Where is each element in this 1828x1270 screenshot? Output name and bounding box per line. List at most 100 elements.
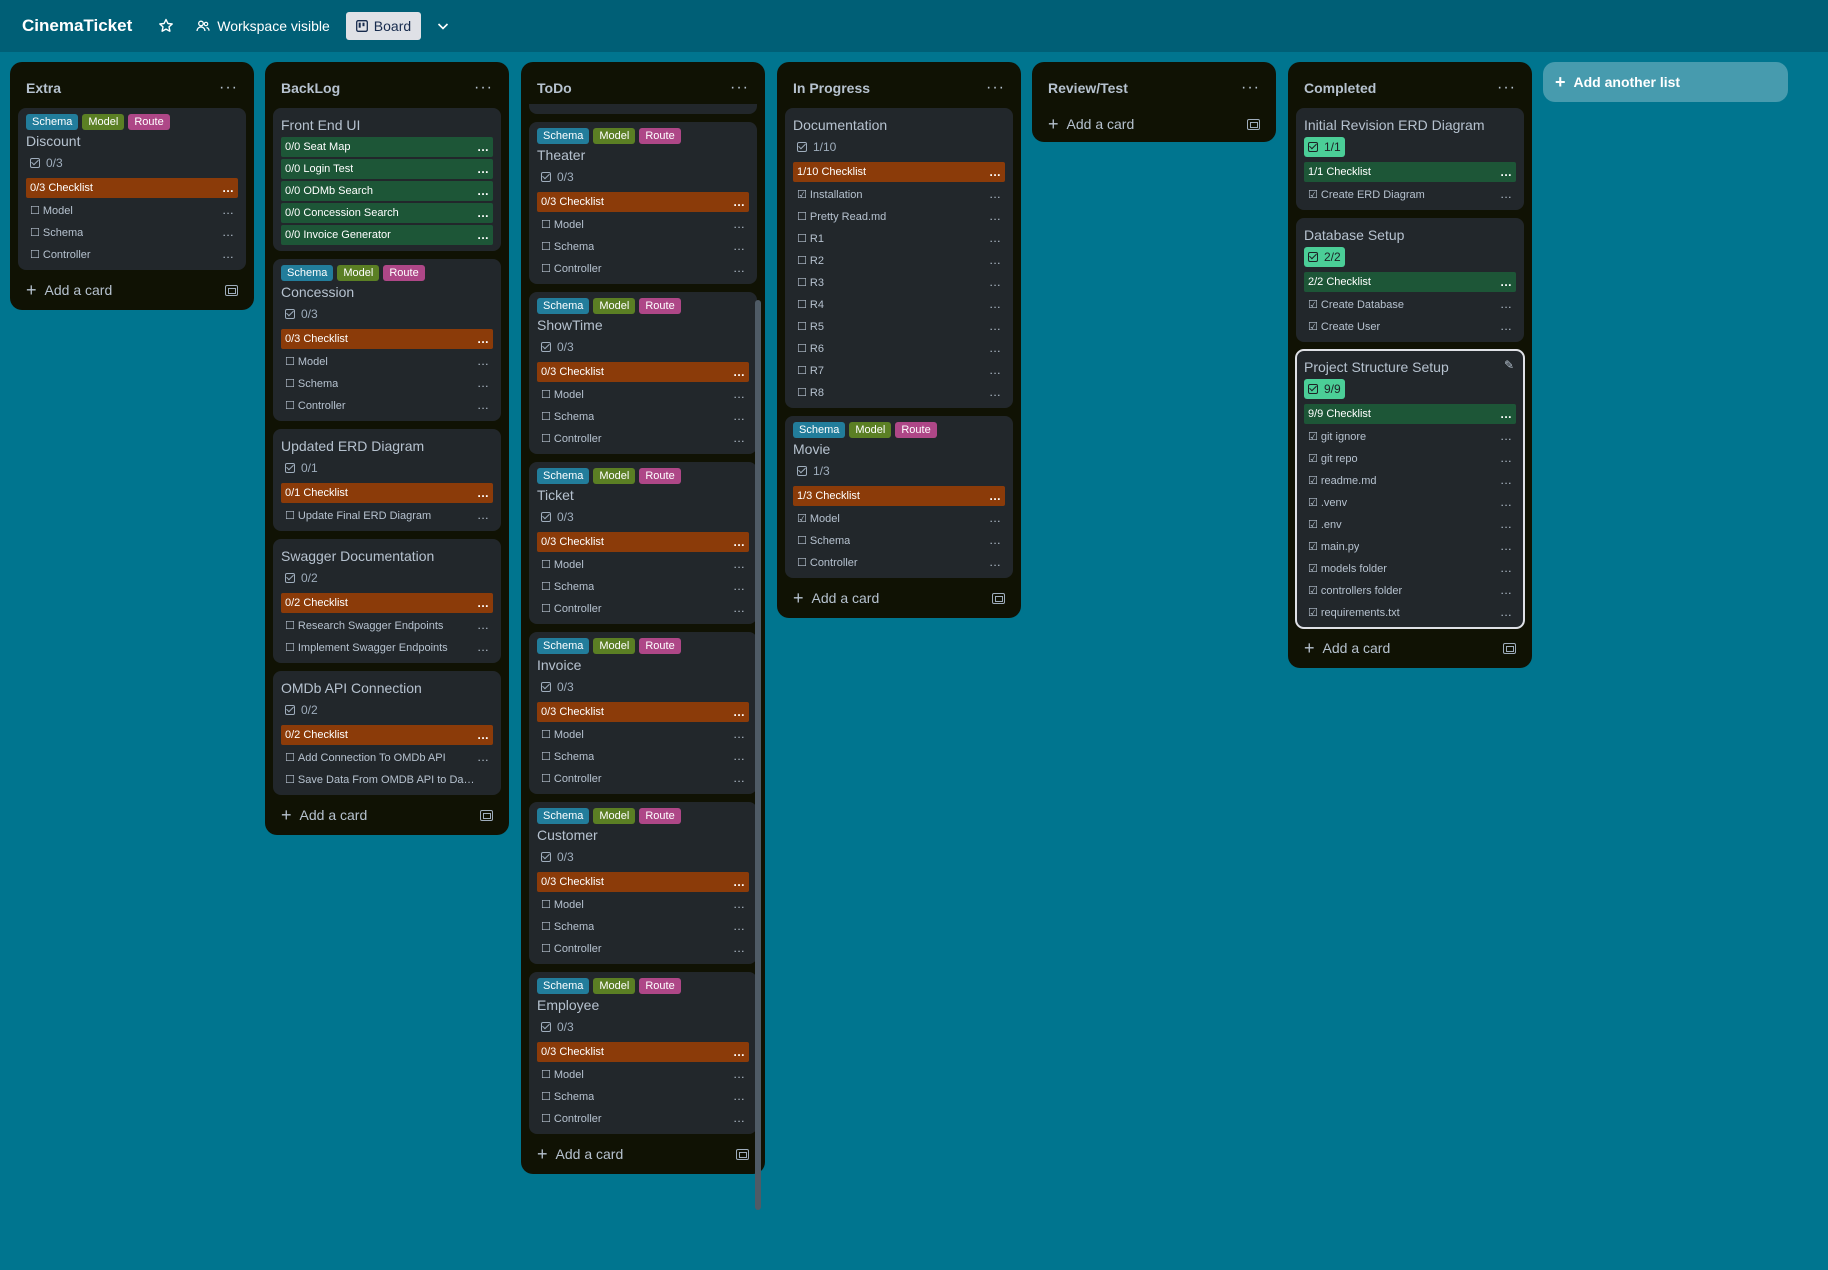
checklist-item[interactable]: ☐ Implement Swagger Endpoints...: [281, 637, 493, 657]
checklist-item[interactable]: ☐ Add Connection To OMDb API...: [281, 747, 493, 767]
checklist-item[interactable]: ☐ R6...: [793, 338, 1005, 358]
checklist-header[interactable]: 1/10 Checklist...: [793, 162, 1005, 182]
checklist-header[interactable]: 0/0 Invoice Generator...: [281, 225, 493, 245]
checklist-item[interactable]: ☐ Controller...: [26, 244, 238, 264]
more-icon[interactable]: ...: [1500, 320, 1512, 332]
more-icon[interactable]: ...: [1500, 166, 1512, 178]
checklist-header[interactable]: 0/2 Checklist...: [281, 725, 493, 745]
label-route[interactable]: Route: [639, 978, 681, 994]
checklist-item[interactable]: ☐ Controller...: [281, 395, 493, 415]
more-icon[interactable]: ...: [1500, 540, 1512, 552]
more-icon[interactable]: ...: [222, 182, 234, 194]
card-template-icon[interactable]: [992, 592, 1005, 604]
more-icon[interactable]: ...: [989, 556, 1001, 568]
checklist-header[interactable]: 0/1 Checklist...: [281, 483, 493, 503]
card-template-icon[interactable]: [736, 1148, 749, 1160]
more-icon[interactable]: ...: [989, 534, 1001, 546]
more-icon[interactable]: ...: [477, 377, 489, 389]
more-icon[interactable]: ...: [733, 920, 745, 932]
checklist-item[interactable]: ☐ Model...: [26, 200, 238, 220]
checklist-item[interactable]: ☐Save Data From OMDB API to Databas...: [281, 769, 493, 789]
label-schema[interactable]: Schema: [281, 265, 334, 281]
checklist-item[interactable]: ☐ R7...: [793, 360, 1005, 380]
more-icon[interactable]: ...: [989, 232, 1001, 244]
more-icon[interactable]: ...: [733, 728, 745, 740]
label-model[interactable]: Model: [593, 978, 636, 994]
checklist-item[interactable]: ☑ readme.md...: [1304, 470, 1516, 490]
checklist-item[interactable]: ☑ Model...: [793, 508, 1005, 528]
card-database-setup[interactable]: Database Setup 2/2 2/2 Checklist... ☑ Cre…: [1296, 218, 1524, 342]
checklist-header[interactable]: 9/9 Checklist...: [1304, 404, 1516, 424]
checklist-item[interactable]: ☐ Schema...: [793, 530, 1005, 550]
more-icon[interactable]: ...: [1500, 606, 1512, 618]
label-schema[interactable]: Schema: [537, 468, 590, 484]
more-icon[interactable]: ...: [477, 163, 489, 175]
board-title[interactable]: CinemaTicket: [22, 16, 132, 36]
checklist-item[interactable]: ☐ R2...: [793, 250, 1005, 270]
checklist-item[interactable]: ☐ Controller...: [793, 552, 1005, 572]
more-icon[interactable]: ...: [733, 898, 745, 910]
card-template-icon[interactable]: [1503, 642, 1516, 654]
checklist-item[interactable]: ☐ Model...: [537, 384, 749, 404]
more-icon[interactable]: ...: [477, 399, 489, 411]
more-icon[interactable]: ...: [477, 141, 489, 153]
card-discount[interactable]: Schema Model Route Discount 0/3 0/3 Chec…: [18, 108, 246, 270]
more-icon[interactable]: ...: [733, 240, 745, 252]
more-icon[interactable]: ...: [1500, 298, 1512, 310]
more-icon[interactable]: ...: [989, 386, 1001, 398]
more-icon[interactable]: ...: [477, 597, 489, 609]
more-icon[interactable]: ...: [477, 509, 489, 521]
checklist-item[interactable]: ☑ controllers folder...: [1304, 580, 1516, 600]
card-swagger-documentation[interactable]: Swagger Documentation 0/2 0/2 Checklist.…: [273, 539, 501, 663]
checklist-item[interactable]: ☐ Schema...: [281, 373, 493, 393]
checklist-header[interactable]: 0/2 Checklist...: [281, 593, 493, 613]
add-card-button[interactable]: + Add a card: [1296, 628, 1524, 668]
checklist-item[interactable]: ☐ Controller...: [537, 768, 749, 788]
more-icon[interactable]: ...: [477, 751, 489, 763]
more-icon[interactable]: ...: [733, 262, 745, 274]
more-icon[interactable]: ...: [733, 196, 745, 208]
more-icon[interactable]: ...: [989, 254, 1001, 266]
checklist-item[interactable]: ☐ Model...: [537, 554, 749, 574]
card-omdb-api-connection[interactable]: OMDb API Connection 0/2 0/2 Checklist...…: [273, 671, 501, 795]
more-icon[interactable]: ...: [477, 333, 489, 345]
list-title[interactable]: ToDo: [537, 80, 572, 96]
more-icon[interactable]: ...: [733, 750, 745, 762]
more-icon[interactable]: ...: [989, 490, 1001, 502]
label-route[interactable]: Route: [639, 808, 681, 824]
checklist-header[interactable]: 0/3 Checklist...: [26, 178, 238, 198]
checklist-item[interactable]: ☐ Schema...: [537, 916, 749, 936]
card-front-end-ui[interactable]: Front End UI 0/0 Seat Map... 0/0 Login T…: [273, 108, 501, 251]
checklist-item[interactable]: ☐ Model...: [281, 351, 493, 371]
more-icon[interactable]: ...: [733, 536, 745, 548]
more-icon[interactable]: ...: [1500, 276, 1512, 288]
label-schema[interactable]: Schema: [793, 422, 846, 438]
checklist-item[interactable]: ☑ Create ERD Diagram...: [1304, 184, 1516, 204]
label-model[interactable]: Model: [593, 128, 636, 144]
checklist-item[interactable]: ☑ Installation...: [793, 184, 1005, 204]
more-icon[interactable]: ...: [477, 487, 489, 499]
more-icon[interactable]: ...: [733, 366, 745, 378]
checklist-item[interactable]: ☐ Schema...: [537, 236, 749, 256]
checklist-item[interactable]: ☐ R8...: [793, 382, 1005, 402]
card-customer[interactable]: Schema Model Route Customer 0/3 0/3 Chec…: [529, 802, 757, 964]
label-schema[interactable]: Schema: [537, 638, 590, 654]
star-icon[interactable]: [152, 12, 180, 40]
label-route[interactable]: Route: [639, 128, 681, 144]
more-icon[interactable]: ...: [1500, 518, 1512, 530]
checklist-item[interactable]: ☐ Model...: [537, 1064, 749, 1084]
checklist-item[interactable]: ☐ Schema...: [537, 406, 749, 426]
list-menu-icon[interactable]: ···: [1241, 80, 1260, 96]
more-icon[interactable]: ...: [733, 876, 745, 888]
checklist-item[interactable]: ☐ Controller...: [537, 428, 749, 448]
label-model[interactable]: Model: [593, 298, 636, 314]
card-ticket[interactable]: Schema Model Route Ticket 0/3 0/3 Checkl…: [529, 462, 757, 624]
more-icon[interactable]: ...: [733, 942, 745, 954]
add-card-button[interactable]: + Add a card: [273, 795, 501, 835]
card-updated-erd-diagram[interactable]: Updated ERD Diagram 0/1 0/1 Checklist...…: [273, 429, 501, 531]
card-theater[interactable]: Schema Model Route Theater 0/3 0/3 Check…: [529, 122, 757, 284]
more-icon[interactable]: ...: [1500, 452, 1512, 464]
checklist-item[interactable]: ☑ .env...: [1304, 514, 1516, 534]
more-icon[interactable]: ...: [1500, 496, 1512, 508]
checklist-item[interactable]: ☐ Model...: [537, 724, 749, 744]
